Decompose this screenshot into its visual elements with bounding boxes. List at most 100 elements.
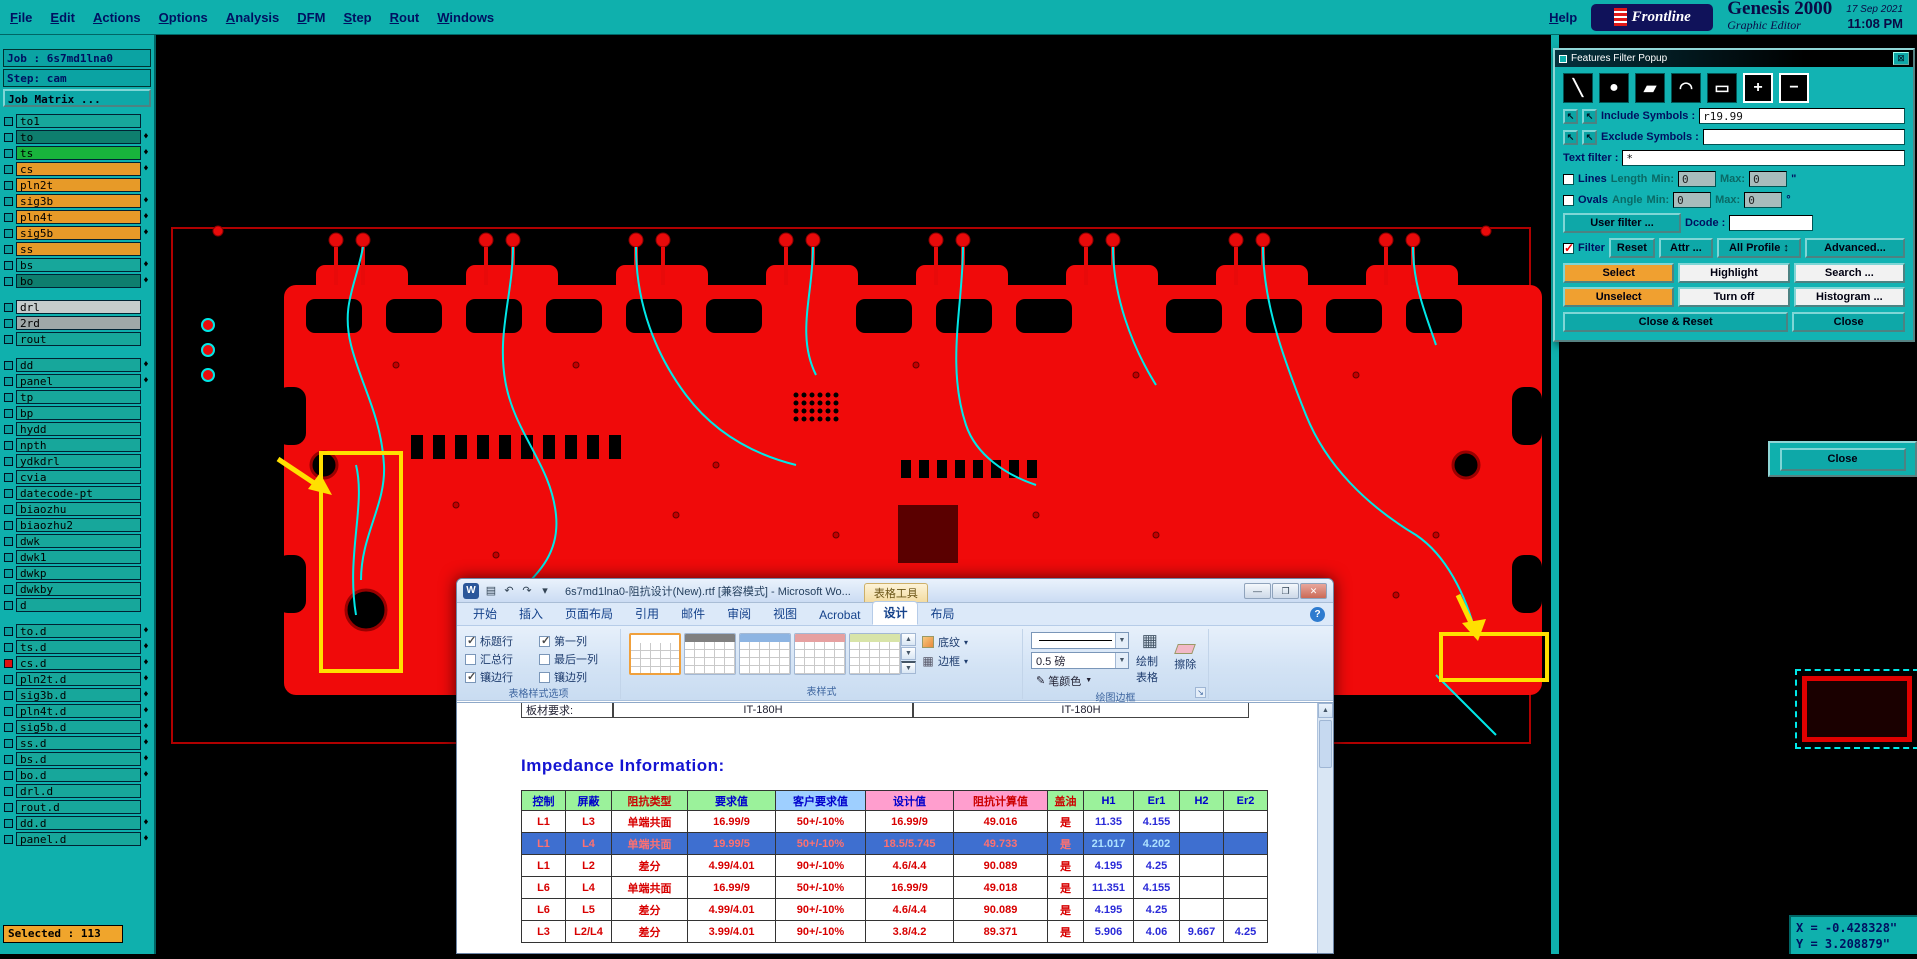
exclude-pick2-icon[interactable]: ↖ (1582, 130, 1597, 145)
layer-to1[interactable]: to1 (3, 113, 151, 129)
layer-checkbox[interactable] (4, 691, 13, 700)
layer-rout.d[interactable]: rout.d (3, 799, 151, 815)
layer-name-label[interactable]: biaozhu (16, 502, 141, 516)
layer-checkbox[interactable] (4, 707, 13, 716)
tab-视图[interactable]: 视图 (763, 603, 807, 625)
layer-checkbox[interactable] (4, 229, 13, 238)
maximize-button[interactable]: ❐ (1272, 583, 1299, 599)
layer-checkbox[interactable] (4, 165, 13, 174)
layer-checkbox[interactable] (4, 149, 13, 158)
table-row[interactable]: L3L2/L4差分3.99/4.0190+/-10%3.8/4.289.371是… (522, 921, 1268, 943)
layer-cs[interactable]: cs♦ (3, 161, 151, 177)
line-style-select[interactable]: ▼ (1031, 632, 1129, 649)
layer-name-label[interactable]: bo (16, 274, 141, 288)
table-style-light-blue[interactable] (739, 633, 791, 675)
layer-cvia[interactable]: cvia (3, 469, 151, 485)
layer-name-label[interactable]: bs.d (16, 752, 141, 766)
layer-name-label[interactable]: ts.d (16, 640, 141, 654)
undo-icon[interactable]: ↶ (502, 584, 516, 597)
layer-checkbox[interactable] (4, 457, 13, 466)
layer-checkbox[interactable] (4, 133, 13, 142)
shading-button[interactable]: 底纹▾ (922, 634, 968, 650)
checkbox-icon[interactable] (539, 672, 550, 683)
lines-min-input[interactable] (1678, 171, 1716, 187)
layer-name-label[interactable]: bs (16, 258, 141, 272)
layer-pln2t.d[interactable]: pln2t.d♦ (3, 671, 151, 687)
layer-sig3b[interactable]: sig3b♦ (3, 193, 151, 209)
draw-table-button[interactable]: ▦ 绘制表格 (1135, 632, 1165, 684)
layer-dd[interactable]: dd♦ (3, 357, 151, 373)
eraser-button[interactable]: 擦除 (1171, 632, 1201, 684)
help-icon[interactable]: ? (1310, 607, 1325, 622)
panel-close-button[interactable]: Close (1780, 448, 1906, 471)
layer-name-label[interactable]: dd.d (16, 816, 141, 830)
layer-dd.d[interactable]: dd.d♦ (3, 815, 151, 831)
layer-name-label[interactable]: pln4t.d (16, 704, 141, 718)
layer-checkbox[interactable] (4, 441, 13, 450)
layer-name-label[interactable]: bp (16, 406, 141, 420)
menu-dfm[interactable]: DFM (297, 10, 325, 25)
arc-tool-icon[interactable]: ◠ (1671, 73, 1701, 103)
scroll-up-icon[interactable]: ▲ (1318, 703, 1333, 718)
layer-name-label[interactable]: pln2t.d (16, 672, 141, 686)
layer-checkbox[interactable] (4, 601, 13, 610)
layer-name-label[interactable]: ss.d (16, 736, 141, 750)
layer-name-label[interactable]: sig3b.d (16, 688, 141, 702)
filter-checkbox[interactable] (1563, 243, 1574, 254)
tab-布局[interactable]: 布局 (920, 603, 964, 625)
reset-button[interactable]: Reset (1609, 238, 1655, 258)
tab-开始[interactable]: 开始 (463, 603, 507, 625)
layer-name-label[interactable]: panel.d (16, 832, 141, 846)
layer-bp[interactable]: bp (3, 405, 151, 421)
gallery-down-icon[interactable]: ▼ (901, 647, 916, 660)
select-button[interactable]: Select (1563, 263, 1674, 283)
style-option-镶边行[interactable]: 镶边行 (465, 669, 527, 685)
user-filter-button[interactable]: User filter ... (1563, 213, 1681, 233)
layer-name-label[interactable]: cvia (16, 470, 141, 484)
exclude-symbols-input[interactable] (1703, 129, 1905, 145)
style-option-标题行[interactable]: 标题行 (465, 633, 527, 649)
table-style-light-red[interactable] (794, 633, 846, 675)
layer-checkbox[interactable] (4, 303, 13, 312)
menu-edit[interactable]: Edit (50, 10, 75, 25)
dcode-input[interactable] (1729, 215, 1813, 231)
layer-checkbox[interactable] (4, 659, 13, 668)
layer-hydd[interactable]: hydd (3, 421, 151, 437)
document-scrollbar[interactable]: ▲ (1317, 703, 1333, 953)
layer-name-label[interactable]: biaozhu2 (16, 518, 141, 532)
layer-name-label[interactable]: dwk (16, 534, 141, 548)
layer-dwk1[interactable]: dwk1 (3, 549, 151, 565)
layer-checkbox[interactable] (4, 755, 13, 764)
pen-color-button[interactable]: ✎ 笔颜色 ▼ (1031, 672, 1129, 689)
layer-name-label[interactable]: rout.d (16, 800, 141, 814)
layer-name-label[interactable]: 2rd (16, 316, 141, 330)
popup-title-bar[interactable]: Features Filter Popup ⊠ (1555, 50, 1913, 67)
layer-bo.d[interactable]: bo.d♦ (3, 767, 151, 783)
layer-checkbox[interactable] (4, 819, 13, 828)
attr-button[interactable]: Attr ... (1659, 238, 1713, 258)
checkbox-icon[interactable] (539, 636, 550, 647)
layer-name-label[interactable]: to1 (16, 114, 141, 128)
layer-checkbox[interactable] (4, 181, 13, 190)
layer-name-label[interactable]: d (16, 598, 141, 612)
style-option-第一列[interactable]: 第一列 (539, 633, 612, 649)
layer-pln4t.d[interactable]: pln4t.d♦ (3, 703, 151, 719)
include-pick2-icon[interactable]: ↖ (1582, 109, 1597, 124)
layer-checkbox[interactable] (4, 277, 13, 286)
exclude-pick-icon[interactable]: ↖ (1563, 130, 1578, 145)
layer-drl.d[interactable]: drl.d (3, 783, 151, 799)
layer-drl[interactable]: drl (3, 299, 151, 315)
layer-npth[interactable]: npth (3, 437, 151, 453)
layer-checkbox[interactable] (4, 117, 13, 126)
layer-biaozhu2[interactable]: biaozhu2 (3, 517, 151, 533)
layer-panel[interactable]: panel♦ (3, 373, 151, 389)
layer-name-label[interactable]: sig5b (16, 226, 141, 240)
layer-checkbox[interactable] (4, 675, 13, 684)
table-row[interactable]: L1L2差分4.99/4.0190+/-10%4.6/4.490.089是4.1… (522, 855, 1268, 877)
highlight-button[interactable]: Highlight (1678, 263, 1789, 283)
layer-to[interactable]: to♦ (3, 129, 151, 145)
qat-dropdown-icon[interactable]: ▾ (538, 584, 552, 597)
layer-name-label[interactable]: npth (16, 438, 141, 452)
layer-checkbox[interactable] (4, 627, 13, 636)
layer-name-label[interactable]: to.d (16, 624, 141, 638)
